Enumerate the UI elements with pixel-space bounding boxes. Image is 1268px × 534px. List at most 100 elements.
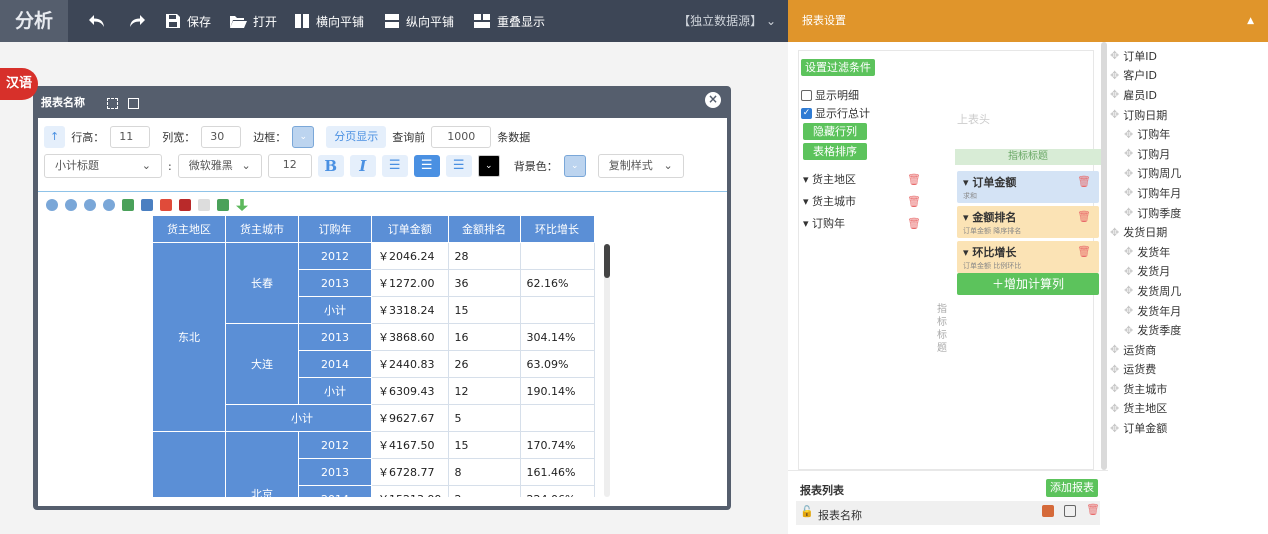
drag-handle-icon[interactable]: ✥ <box>1110 382 1119 395</box>
hide-rowcol-button[interactable]: 隐藏行列 <box>803 123 867 140</box>
expand-icon[interactable] <box>106 97 118 109</box>
next-page-icon[interactable] <box>84 199 96 211</box>
field-item[interactable]: ✥ 雇员ID <box>1110 85 1268 105</box>
field-item[interactable]: ✥ 订单ID <box>1110 46 1268 66</box>
field-item[interactable]: ✥ 订购年月 <box>1110 183 1268 203</box>
query-count-input[interactable]: 1000 <box>431 126 492 148</box>
drag-handle-icon[interactable]: ✥ <box>1110 363 1119 376</box>
column-header[interactable]: 货主地区 <box>152 215 226 243</box>
font-color-picker[interactable]: ⌄ <box>477 155 500 177</box>
vertical-tile-button[interactable]: 纵向平铺 <box>384 0 454 42</box>
field-item[interactable]: ✥ 发货年 <box>1110 242 1268 262</box>
last-page-icon[interactable] <box>103 199 115 211</box>
field-item[interactable]: ✥ 订购月 <box>1110 144 1268 164</box>
column-header[interactable]: 订单金额 <box>371 215 449 243</box>
drag-handle-icon[interactable]: ✥ <box>1110 402 1119 415</box>
checkbox-unchecked-icon[interactable] <box>801 89 812 101</box>
drag-handle-icon[interactable]: ✥ <box>1124 265 1133 278</box>
page-icon[interactable] <box>198 199 210 211</box>
font-family-select[interactable]: 微软雅黑 ⌄ <box>177 154 262 178</box>
delete-icon[interactable]: 🗑 <box>907 213 921 235</box>
align-center-button[interactable]: ☰ <box>413 155 440 177</box>
column-header[interactable]: 货主城市 <box>225 215 299 243</box>
download-icon[interactable] <box>236 199 248 211</box>
table-scrollbar[interactable] <box>604 244 610 497</box>
drag-handle-icon[interactable]: ✥ <box>1110 422 1119 435</box>
csv-export-icon[interactable] <box>217 199 229 211</box>
overlay-display-button[interactable]: 重叠显示 <box>473 0 545 42</box>
field-item[interactable]: ✥ 货主地区 <box>1110 399 1268 419</box>
drag-handle-icon[interactable]: ✥ <box>1110 49 1119 62</box>
open-button[interactable]: 打开 <box>229 0 277 42</box>
column-header[interactable]: 环比增长 <box>519 215 595 243</box>
drag-handle-icon[interactable]: ✥ <box>1124 206 1133 219</box>
drag-handle-icon[interactable]: ✥ <box>1110 108 1119 121</box>
field-item[interactable]: ✥ 订购季度 <box>1110 203 1268 223</box>
metric-item[interactable]: ▾ 金额排名 订单金额 降序排名 🗑 <box>957 206 1099 238</box>
show-total-option[interactable]: ✓ 显示行总计 <box>801 105 870 121</box>
save-button[interactable]: 保存 <box>165 0 211 42</box>
metric-item[interactable]: ▾ 环比增长 订单金额 比例环比 🗑 <box>957 241 1099 273</box>
drag-handle-icon[interactable]: ✥ <box>1110 88 1119 101</box>
drag-handle-icon[interactable]: ✥ <box>1124 147 1133 160</box>
datasource-select[interactable]: 【独立数据源】 ⌄ <box>678 0 776 42</box>
redo-button[interactable] <box>128 0 146 42</box>
settings-scrollbar[interactable] <box>1101 42 1107 470</box>
font-size-input[interactable]: 12 <box>267 154 312 178</box>
col-width-input[interactable]: 30 <box>201 126 242 148</box>
delete-icon[interactable]: 🗑 <box>1077 175 1091 188</box>
row-field-item[interactable]: ▾ 货主地区 🗑 <box>803 169 921 191</box>
field-item[interactable]: ✥ 客户ID <box>1110 66 1268 86</box>
field-item[interactable]: ✥ 发货月 <box>1110 262 1268 282</box>
edit-icon[interactable] <box>1064 505 1076 517</box>
chart-icon[interactable] <box>1042 505 1054 517</box>
row-field-item[interactable]: ▾ 订购年 🗑 <box>803 213 921 235</box>
horizontal-tile-button[interactable]: 横向平铺 <box>294 0 364 42</box>
delete-icon[interactable]: 🗑 <box>907 191 921 213</box>
metric-item[interactable]: ▾ 订单金额 求和 🗑 <box>957 171 1099 203</box>
subtotal-title-select[interactable]: 小计标题 ⌄ <box>44 154 162 178</box>
field-item[interactable]: ✥ 货主城市 <box>1110 379 1268 399</box>
field-item[interactable]: ✥ 发货年月 <box>1110 301 1268 321</box>
field-item[interactable]: ✥ 发货周几 <box>1110 281 1268 301</box>
language-badge[interactable]: 汉语 <box>0 68 38 100</box>
row-field-item[interactable]: ▾ 货主城市 🗑 <box>803 191 921 213</box>
table-sort-button[interactable]: 表格排序 <box>803 143 867 160</box>
prev-page-icon[interactable] <box>65 199 77 211</box>
align-left-button[interactable]: ☰ <box>381 155 408 177</box>
caret-up-icon[interactable]: ▲ <box>1247 0 1254 42</box>
drag-handle-icon[interactable]: ✥ <box>1124 128 1133 141</box>
drag-handle-icon[interactable]: ✥ <box>1110 226 1119 239</box>
row-height-input[interactable]: 11 <box>110 126 151 148</box>
first-page-icon[interactable] <box>46 199 58 211</box>
field-item[interactable]: ✥ 订单金额 <box>1110 418 1268 438</box>
add-report-button[interactable]: 添加报表 <box>1046 479 1098 497</box>
drag-handle-icon[interactable]: ✥ <box>1110 69 1119 82</box>
add-calc-column-button[interactable]: ＋增加计算列 <box>957 273 1099 295</box>
field-item[interactable]: ✥ 发货季度 <box>1110 320 1268 340</box>
up-arrow-button[interactable]: ↑ <box>44 126 66 148</box>
scrollbar-thumb[interactable] <box>604 244 610 278</box>
delete-icon[interactable]: 🗑 <box>1086 503 1100 516</box>
collapse-icon[interactable] <box>127 97 139 109</box>
report-list-item[interactable]: 🔓 报表名称 🗑 <box>796 501 1100 525</box>
checkbox-checked-icon[interactable]: ✓ <box>801 107 812 119</box>
drag-handle-icon[interactable]: ✥ <box>1124 284 1133 297</box>
upper-header-dropzone[interactable]: 上表头 <box>957 111 990 127</box>
pdf-export-icon[interactable] <box>160 199 172 211</box>
show-detail-option[interactable]: 显示明细 <box>801 87 859 103</box>
drag-handle-icon[interactable]: ✥ <box>1124 324 1133 337</box>
filter-button[interactable]: 设置过滤条件 <box>801 59 875 76</box>
word-export-icon[interactable] <box>141 199 153 211</box>
excel-export-icon[interactable] <box>122 199 134 211</box>
delete-icon[interactable]: 🗑 <box>1077 210 1091 223</box>
undo-button[interactable] <box>88 0 106 42</box>
background-color-picker[interactable]: ⌄ <box>563 155 586 177</box>
field-item[interactable]: ✥ 运货费 <box>1110 360 1268 380</box>
drag-handle-icon[interactable]: ✥ <box>1124 245 1133 258</box>
drag-handle-icon[interactable]: ✥ <box>1124 186 1133 199</box>
drag-handle-icon[interactable]: ✥ <box>1124 167 1133 180</box>
field-item[interactable]: ✥ 发货日期 <box>1110 222 1268 242</box>
paging-button[interactable]: 分页显示 <box>326 126 387 148</box>
drag-handle-icon[interactable]: ✥ <box>1110 343 1119 356</box>
